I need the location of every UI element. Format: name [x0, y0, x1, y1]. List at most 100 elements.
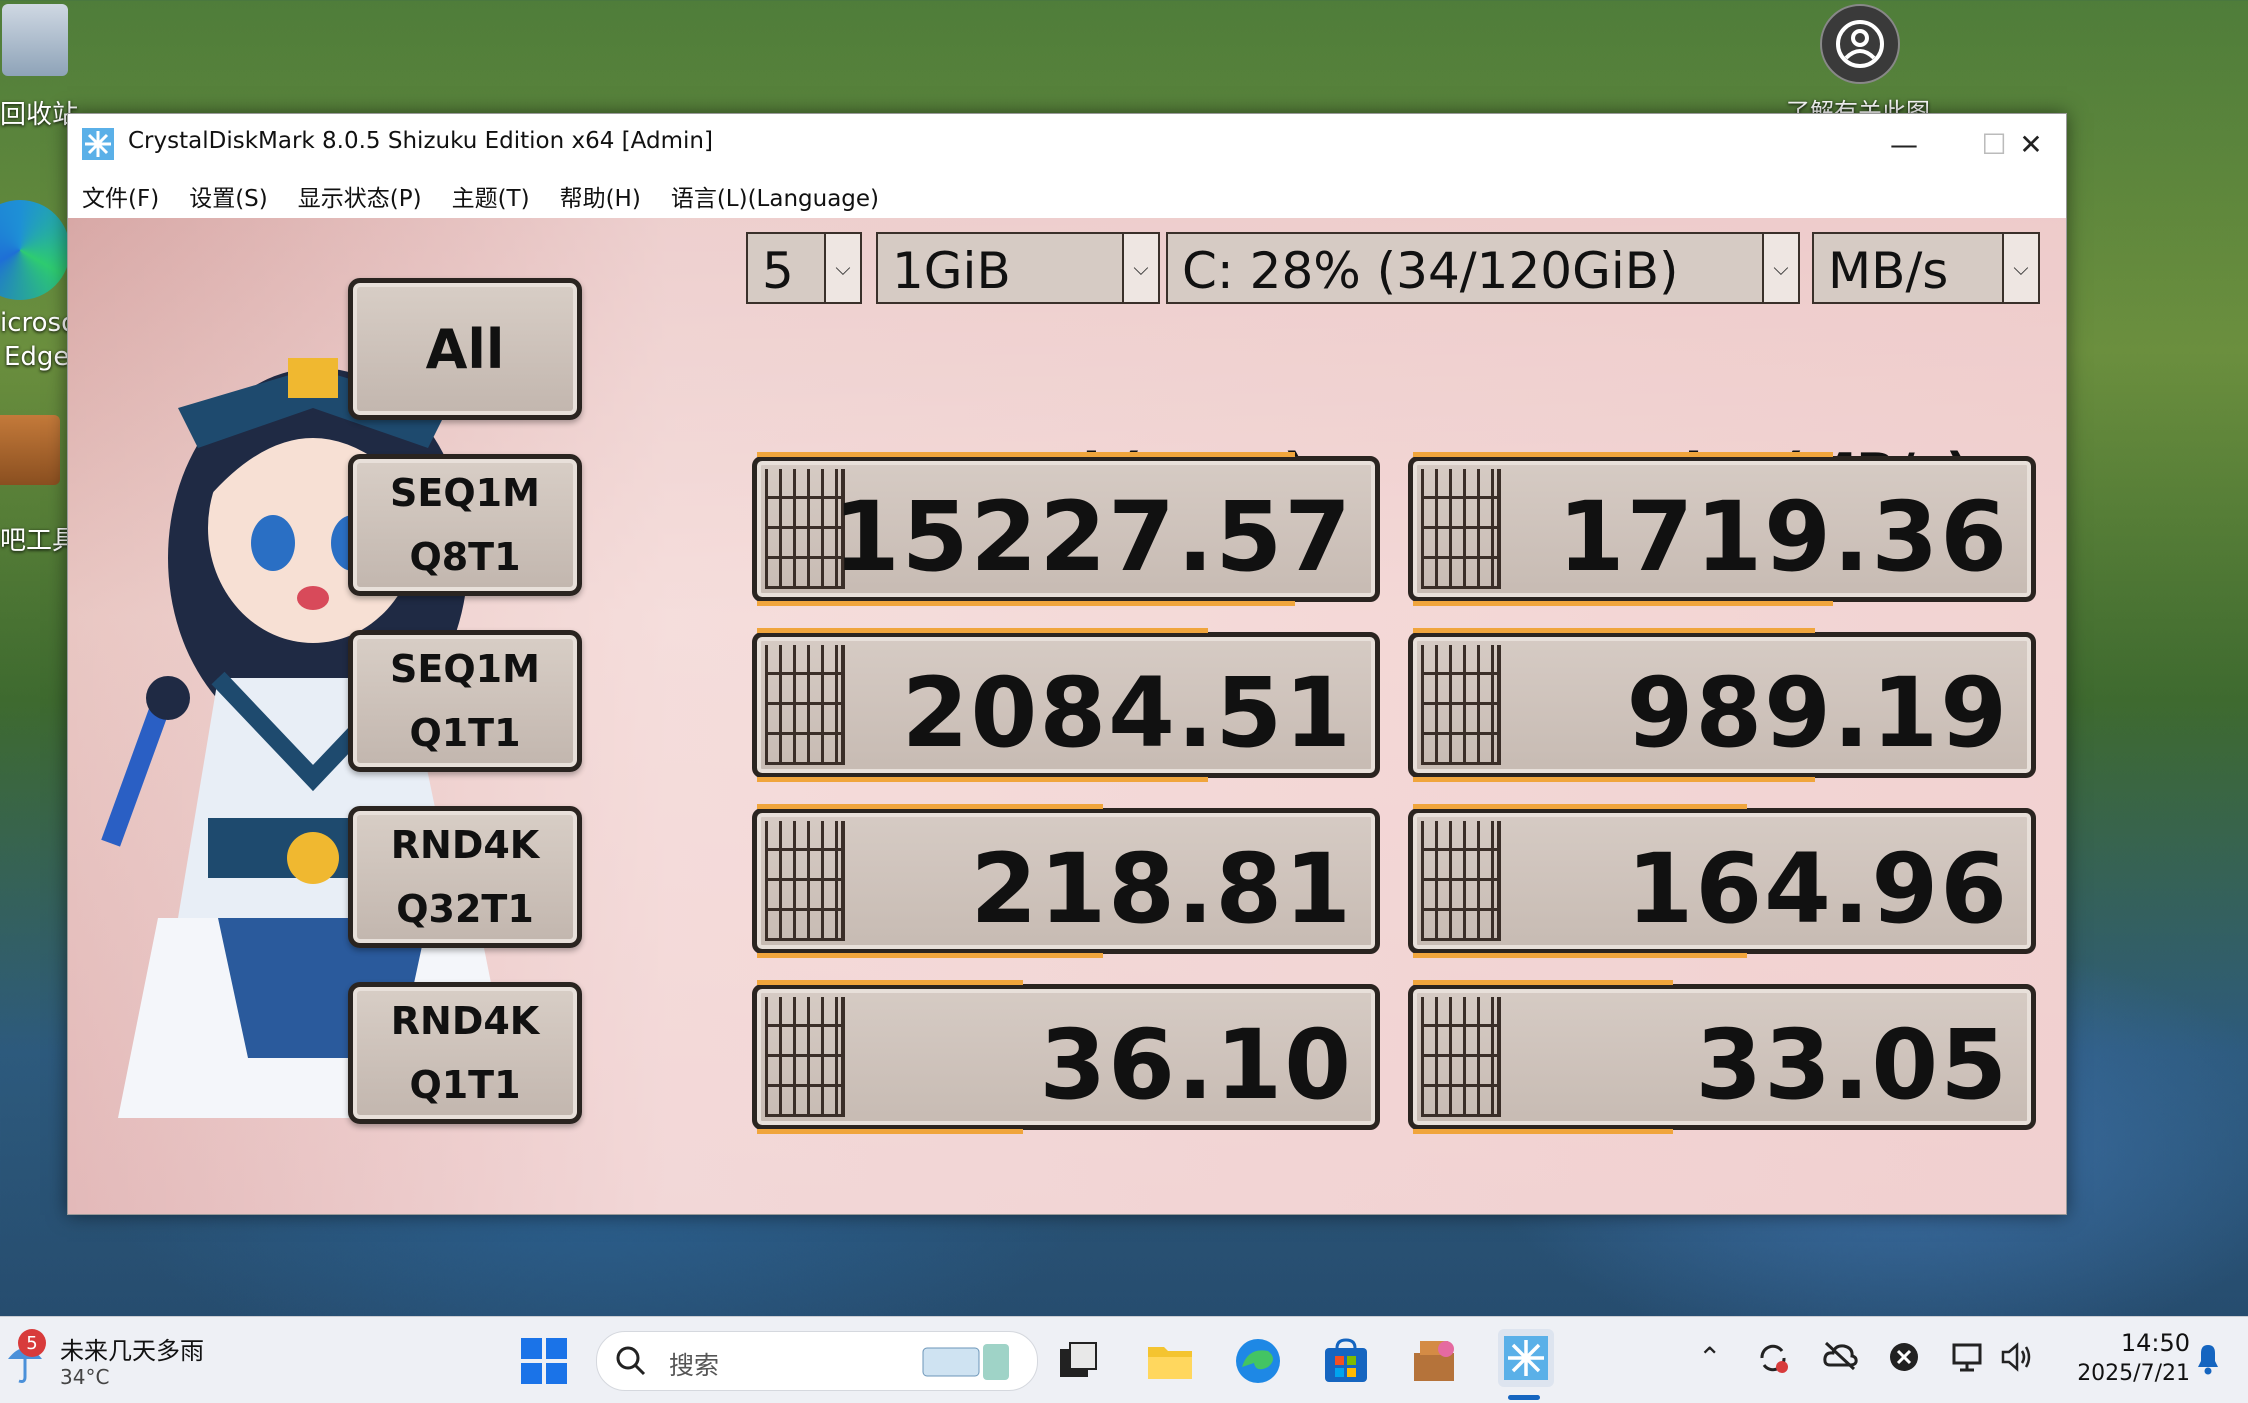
test-seq1m-q8t1-button[interactable]: SEQ1M Q8T1	[348, 454, 582, 596]
write-level-bar-top	[1413, 980, 1673, 985]
write-level-bar-bottom	[1413, 777, 1815, 782]
result-grid-decoration	[765, 645, 845, 765]
test-name-line1: RND4K	[390, 999, 540, 1043]
write-level-bar-top	[1413, 452, 1833, 457]
read-result-value: 36.10	[1039, 1009, 1353, 1121]
clock[interactable]: 14:50 2025/7/21	[2060, 1329, 2190, 1386]
drive-select[interactable]: C: 28% (34/120GiB) ⌵	[1166, 232, 1800, 304]
write-level-bar-top	[1413, 628, 1815, 633]
search-input[interactable]: 搜索	[596, 1331, 1038, 1391]
result-grid-decoration	[1421, 469, 1501, 589]
toolbox-app-icon[interactable]	[1410, 1337, 1458, 1385]
menu-settings[interactable]: 设置(S)	[189, 179, 268, 213]
chevron-down-icon: ⌵	[824, 234, 860, 302]
menu-language[interactable]: 语言(L)(Language)	[671, 179, 879, 213]
write-level-bar-bottom	[1413, 1129, 1673, 1134]
all-button[interactable]: All	[348, 278, 582, 420]
unit-value: MB/s	[1828, 242, 1949, 300]
write-level-bar-bottom	[1413, 953, 1747, 958]
read-level-bar-bottom	[757, 1129, 1023, 1134]
crystaldiskmark-app-icon	[82, 128, 114, 160]
write-level-bar-bottom	[1413, 601, 1833, 606]
write-result-cell: 164.96	[1408, 804, 2036, 958]
menu-help[interactable]: 帮助(H)	[560, 179, 641, 213]
menu-file[interactable]: 文件(F)	[82, 179, 159, 213]
read-level-bar-bottom	[757, 601, 1295, 606]
title-bar[interactable]: CrystalDiskMark 8.0.5 Shizuku Edition x6…	[68, 114, 2066, 174]
crystaldiskmark-taskbar-icon[interactable]	[1498, 1329, 1554, 1387]
result-grid-decoration	[1421, 645, 1501, 765]
windows-start-icon[interactable]	[520, 1337, 568, 1385]
search-placeholder: 搜索	[669, 1351, 720, 1380]
read-level-bar-top	[757, 628, 1208, 633]
write-result-cell: 1719.36	[1408, 452, 2036, 606]
read-level-bar-top	[757, 804, 1103, 809]
edge-label-1: icroso	[0, 308, 77, 338]
edge-browser-icon[interactable]	[1234, 1337, 1282, 1385]
file-explorer-icon[interactable]	[1146, 1337, 1194, 1385]
network-icon[interactable]	[1950, 1341, 1984, 1380]
active-app-indicator	[1508, 1395, 1540, 1400]
test-size-select[interactable]: 1GiB ⌵	[876, 232, 1160, 304]
spotlight-icon[interactable]	[1820, 4, 1900, 84]
edge-label-2: Edge	[4, 342, 70, 372]
test-name-line1: RND4K	[390, 823, 540, 867]
notification-bell-icon[interactable]	[2192, 1341, 2224, 1382]
benchmark-panel: All SEQ1M Q8T1 SEQ1M Q1T1 RND4K Q32T1 RN…	[68, 218, 2066, 1214]
result-grid-decoration	[765, 821, 845, 941]
window-title: CrystalDiskMark 8.0.5 Shizuku Edition x6…	[128, 128, 713, 154]
toolbox-icon[interactable]	[0, 415, 60, 485]
read-result-value: 2084.51	[901, 657, 1353, 769]
test-rnd4k-q1t1-button[interactable]: RND4K Q1T1	[348, 982, 582, 1124]
read-result-value: 218.81	[970, 833, 1353, 945]
weather-text[interactable]: 未来几天多雨	[60, 1331, 204, 1366]
volume-icon[interactable]	[2000, 1341, 2034, 1380]
read-result-cell: 218.81	[752, 804, 1380, 958]
search-icon	[616, 1346, 646, 1376]
test-name-line2: Q32T1	[396, 887, 534, 931]
result-grid-decoration	[1421, 821, 1501, 941]
read-level-bar-top	[757, 452, 1295, 457]
read-level-bar-bottom	[757, 953, 1103, 958]
close-button[interactable]: ✕	[1996, 114, 2066, 174]
task-view-icon[interactable]	[1054, 1337, 1102, 1385]
result-grid-decoration	[1421, 997, 1501, 1117]
unit-select[interactable]: MB/s ⌵	[1812, 232, 2040, 304]
write-result-cell: 33.05	[1408, 980, 2036, 1134]
write-result-value: 1719.36	[1557, 481, 2009, 593]
menu-display[interactable]: 显示状态(P)	[298, 179, 422, 213]
microsoft-store-icon[interactable]	[1322, 1337, 1370, 1385]
test-seq1m-q1t1-button[interactable]: SEQ1M Q1T1	[348, 630, 582, 772]
menu-theme[interactable]: 主题(T)	[452, 179, 530, 213]
test-name-line1: SEQ1M	[390, 647, 540, 691]
write-result-cell: 989.19	[1408, 628, 2036, 782]
test-rnd4k-q32t1-button[interactable]: RND4K Q32T1	[348, 806, 582, 948]
result-grid-decoration	[765, 997, 845, 1117]
write-result-value: 989.19	[1626, 657, 2009, 769]
chevron-up-icon[interactable]: ⌃	[1698, 1341, 1721, 1374]
minimize-button[interactable]: —	[1859, 114, 1949, 174]
crystaldiskmark-window: CrystalDiskMark 8.0.5 Shizuku Edition x6…	[67, 113, 2067, 1215]
weather-temp: 34°C	[60, 1365, 110, 1389]
sync-icon[interactable]	[1756, 1341, 1790, 1382]
chevron-down-icon: ⌵	[1122, 234, 1158, 302]
close-circle-icon[interactable]	[1888, 1341, 1920, 1380]
cloud-off-icon[interactable]	[1822, 1341, 1858, 1378]
recycle-bin-icon[interactable]	[2, 4, 68, 76]
test-count-select[interactable]: 5 ⌵	[746, 232, 862, 304]
chevron-down-icon: ⌵	[1762, 234, 1798, 302]
read-result-cell: 15227.57	[752, 452, 1380, 606]
read-result-cell: 36.10	[752, 980, 1380, 1134]
test-name-line2: Q1T1	[409, 1063, 521, 1107]
write-level-bar-top	[1413, 804, 1747, 809]
read-level-bar-bottom	[757, 777, 1208, 782]
edge-icon[interactable]	[0, 200, 70, 300]
read-result-cell: 2084.51	[752, 628, 1380, 782]
test-size-value: 1GiB	[892, 242, 1011, 300]
test-name-line2: Q1T1	[409, 711, 521, 755]
clock-time: 14:50	[2120, 1329, 2190, 1357]
test-name-line1: SEQ1M	[390, 471, 540, 515]
taskbar: 5 未来几天多雨 34°C 搜索 ⌃ 14:50 2025/7/21	[0, 1316, 2248, 1403]
write-result-value: 164.96	[1626, 833, 2009, 945]
test-count-value: 5	[762, 242, 794, 300]
